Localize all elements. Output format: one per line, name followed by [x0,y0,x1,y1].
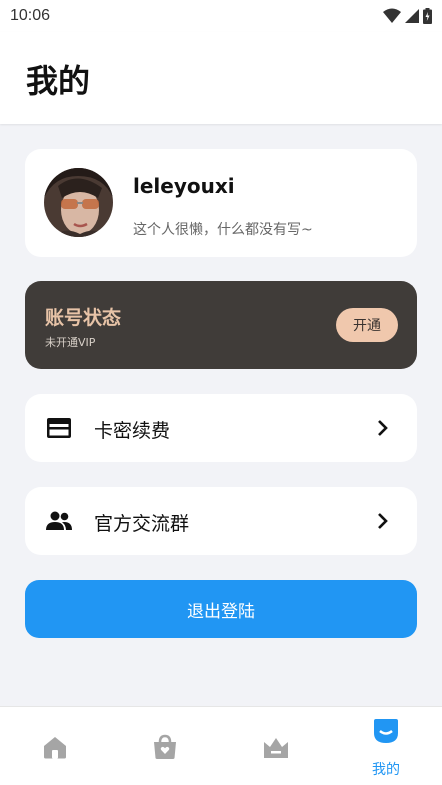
page-title: 我的 [26,62,91,100]
menu-item-label: 官方交流群 [94,513,190,535]
menu-item-label: 卡密续费 [94,420,171,442]
profile-icon [374,719,398,743]
avatar[interactable] [44,168,113,237]
status-icons [383,8,432,24]
tab-label: 我的 [372,762,400,778]
group-icon [45,507,73,535]
status-bar: 10:06 [0,0,442,32]
tab-shop[interactable] [110,707,220,785]
bottom-tab-bar: 我的 [0,706,442,785]
vip-title: 账号状态 [45,307,122,329]
crown-icon [264,738,288,758]
battery-icon [423,8,432,24]
shopping-bag-icon [154,734,176,759]
signal-icon [405,9,419,23]
profile-card[interactable]: leleyouxi 这个人很懒，什么都没有写~ [25,149,417,257]
vip-subtitle: 未开通VIP [45,336,96,349]
tab-vip[interactable] [221,707,331,785]
chevron-right-icon [378,420,388,436]
menu-item-official-group[interactable]: 官方交流群 [25,487,417,555]
chevron-right-icon [378,513,388,529]
open-vip-button[interactable]: 开通 [336,308,398,342]
avatar-image [44,168,113,237]
header: 我的 [0,32,442,124]
username: leleyouxi [133,174,235,198]
user-bio: 这个人很懒，什么都没有写~ [133,222,313,238]
account-status-card: 账号状态 未开通VIP 开通 [25,281,417,369]
home-icon [44,737,66,759]
wifi-icon [383,8,401,23]
status-time: 10:06 [10,7,51,24]
logout-button[interactable]: 退出登陆 [25,580,417,638]
menu-item-card-renewal[interactable]: 卡密续费 [25,394,417,462]
tab-home[interactable] [0,707,110,785]
credit-card-icon [45,414,73,442]
tab-profile[interactable]: 我的 [331,707,441,785]
